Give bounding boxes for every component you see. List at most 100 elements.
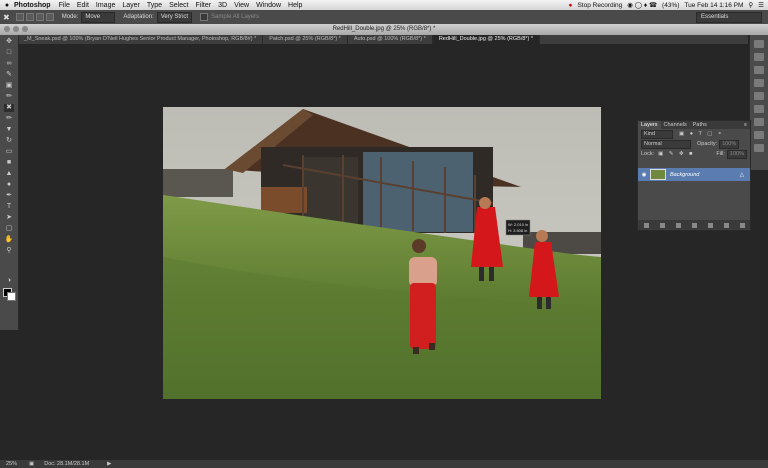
- stop-recording-button[interactable]: Stop Recording: [577, 2, 622, 9]
- doc-size: Doc: 28.1M/28.1M: [44, 461, 90, 467]
- crop-tool-icon[interactable]: ▣: [4, 82, 14, 90]
- sample-all-layers-checkbox[interactable]: [200, 13, 209, 21]
- adjustment-layer-icon[interactable]: [691, 222, 697, 228]
- filter-kind-select[interactable]: Kind: [641, 129, 673, 139]
- content-aware-move-tool-icon[interactable]: ✖: [3, 13, 10, 22]
- workspace-select[interactable]: Essentials: [696, 12, 762, 23]
- brush-tool-icon[interactable]: ✏: [4, 115, 14, 123]
- tab-channels[interactable]: Channels: [661, 121, 690, 129]
- menu-view[interactable]: View: [234, 2, 249, 9]
- intersect-selection-button[interactable]: [45, 13, 54, 21]
- fill-field[interactable]: 100%: [726, 149, 747, 159]
- dodge-tool-icon[interactable]: ●: [4, 181, 14, 189]
- filter-icons[interactable]: ▣ ● T ▢ ◓: [679, 131, 723, 137]
- content-aware-move-icon[interactable]: ✖: [4, 104, 14, 112]
- eye-icon[interactable]: ◉: [638, 172, 650, 178]
- layer-name[interactable]: Background: [670, 172, 699, 178]
- layers-panel-icon[interactable]: [754, 118, 764, 126]
- blend-mode-select[interactable]: Normal: [641, 139, 691, 149]
- opacity-field[interactable]: 100%: [719, 139, 740, 149]
- shape-tool-icon[interactable]: ▢: [4, 225, 14, 233]
- layer-thumbnail: [650, 169, 666, 180]
- subtract-selection-button[interactable]: [35, 13, 44, 21]
- swatches-panel-icon[interactable]: [754, 79, 764, 87]
- options-bar: ✖ Mode: Move Adaptation: Very Strict Sam…: [0, 10, 768, 25]
- styles-panel-icon[interactable]: [754, 105, 764, 113]
- document-title-bar: RedHill_Double.jpg @ 25% (RGB/8*) *: [0, 24, 768, 35]
- search-icon[interactable]: ⚲: [748, 1, 753, 9]
- apple-icon[interactable]: ●: [0, 2, 14, 9]
- lock-icon: △: [739, 171, 744, 178]
- blur-tool-icon[interactable]: ▲: [4, 170, 14, 178]
- close-window-button[interactable]: [4, 26, 10, 32]
- menu-type[interactable]: Type: [147, 2, 162, 9]
- clone-stamp-tool-icon[interactable]: ▼: [4, 126, 14, 134]
- menu-edit[interactable]: Edit: [77, 2, 89, 9]
- lasso-tool-icon[interactable]: ∞: [4, 60, 14, 68]
- document-title: RedHill_Double.jpg @ 25% (RGB/8*) *: [332, 26, 436, 32]
- document-canvas[interactable]: W: 2.010 in H: 3.508 in: [163, 107, 601, 399]
- status-arrow-icon[interactable]: ▶: [107, 461, 111, 467]
- quick-select-tool-icon[interactable]: ✎: [4, 71, 14, 79]
- link-layers-icon[interactable]: [643, 222, 649, 228]
- tab-layers[interactable]: Layers: [638, 121, 661, 129]
- document-tabs: _M_Sneak.psd @ 100% (Bryan O'Neil Hughes…: [18, 35, 748, 44]
- minimize-window-button[interactable]: [13, 26, 19, 32]
- tab-paths[interactable]: Paths: [690, 121, 710, 129]
- status-bar: 25% ▣ Doc: 28.1M/28.1M ▶: [0, 460, 768, 468]
- menu-select[interactable]: Select: [169, 2, 188, 9]
- marquee-tool-icon[interactable]: □: [4, 49, 14, 57]
- tab-sneak[interactable]: _M_Sneak.psd @ 100% (Bryan O'Neil Hughes…: [18, 35, 264, 44]
- app-menu[interactable]: Photoshop: [14, 2, 51, 9]
- battery-status: (43%): [662, 1, 680, 9]
- move-tool-icon[interactable]: ✥: [4, 38, 14, 46]
- info-panel-icon[interactable]: [754, 144, 764, 152]
- history-brush-tool-icon[interactable]: ↻: [4, 137, 14, 145]
- zoom-tool-icon[interactable]: ⚲: [4, 247, 14, 255]
- new-layer-icon[interactable]: [723, 222, 729, 228]
- sample-all-layers-label: Sample All Layers: [211, 14, 260, 20]
- gradient-tool-icon[interactable]: ■: [4, 159, 14, 167]
- tab-auto[interactable]: Auto.psd @ 100% (RGB/8*) *: [348, 35, 433, 44]
- status-menu-icon[interactable]: ▣: [29, 461, 34, 467]
- status-icons: ◉ ◯ ♦ ☎: [627, 2, 658, 9]
- new-group-icon[interactable]: [707, 222, 713, 228]
- menu-layer[interactable]: Layer: [122, 2, 140, 9]
- add-selection-button[interactable]: [25, 13, 34, 21]
- adaptation-select[interactable]: Very Strict: [156, 11, 193, 23]
- panel-menu-icon[interactable]: ≡: [744, 121, 750, 129]
- tab-redhill[interactable]: RedHill_Double.jpg @ 25% (RGB/8*) *: [432, 35, 541, 44]
- color-panel-icon[interactable]: [754, 66, 764, 74]
- adjustments-panel-icon[interactable]: [754, 92, 764, 100]
- zoom-window-button[interactable]: [22, 26, 28, 32]
- menu-help[interactable]: Help: [288, 2, 302, 9]
- hand-tool-icon[interactable]: ✋: [4, 236, 14, 244]
- menu-filter[interactable]: Filter: [196, 2, 212, 9]
- history-panel-icon[interactable]: [754, 40, 764, 48]
- lock-label: Lock:: [641, 151, 655, 157]
- trash-icon[interactable]: [739, 222, 745, 228]
- actions-panel-icon[interactable]: [754, 53, 764, 61]
- eraser-tool-icon[interactable]: ▭: [4, 148, 14, 156]
- background-color-swatch[interactable]: [7, 292, 16, 301]
- mode-select[interactable]: Move: [81, 11, 116, 23]
- path-select-tool-icon[interactable]: ➤: [4, 214, 14, 222]
- new-selection-button[interactable]: [15, 13, 24, 21]
- menu-window[interactable]: Window: [256, 2, 281, 9]
- layer-style-icon[interactable]: [659, 222, 665, 228]
- add-mask-icon[interactable]: [675, 222, 681, 228]
- properties-panel-icon[interactable]: [754, 131, 764, 139]
- layers-panel-tabs: Layers Channels Paths ≡: [638, 121, 750, 129]
- pen-tool-icon[interactable]: ✒: [4, 192, 14, 200]
- eyedropper-tool-icon[interactable]: ✏: [4, 93, 14, 101]
- menu-3d[interactable]: 3D: [218, 2, 227, 9]
- quick-mask-icon[interactable]: ◑: [4, 277, 14, 285]
- tab-patch[interactable]: Patch.psd @ 25% (RGB/8*) *: [263, 35, 348, 44]
- zoom-level[interactable]: 25%: [6, 461, 17, 467]
- lock-icons[interactable]: ▣ ✎ ✥ ■: [658, 151, 694, 157]
- layer-row-background[interactable]: ◉ Background △: [638, 168, 750, 181]
- type-tool-icon[interactable]: T: [4, 203, 14, 211]
- list-icon[interactable]: ☰: [758, 1, 764, 9]
- menu-file[interactable]: File: [59, 2, 70, 9]
- menu-image[interactable]: Image: [96, 2, 115, 9]
